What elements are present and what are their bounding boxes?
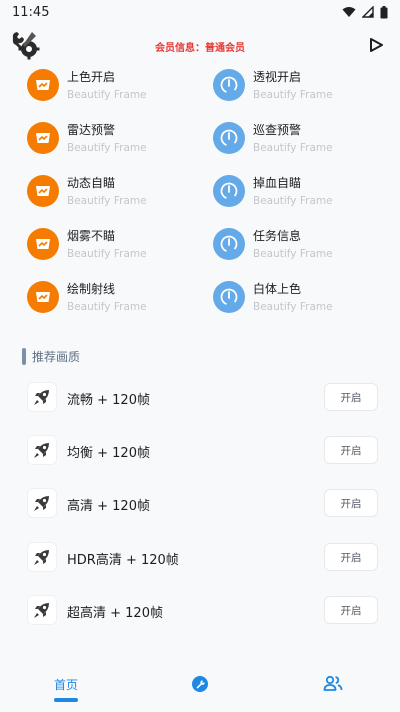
enable-button[interactable]: 开启 [324, 489, 378, 517]
feature-item-3[interactable]: 巡查预警 Beautify Frame [213, 117, 393, 165]
gauge-icon [213, 228, 245, 260]
feature-subtitle: Beautify Frame [253, 142, 333, 154]
feature-item-4[interactable]: 动态自瞄 Beautify Frame [27, 170, 207, 218]
feature-subtitle: Beautify Frame [67, 142, 147, 154]
feature-item-7[interactable]: 任务信息 Beautify Frame [213, 223, 393, 271]
quality-label: 均衡 + 120帧 [67, 446, 150, 461]
enable-button[interactable]: 开启 [324, 543, 378, 571]
feature-item-1[interactable]: 透视开启 Beautify Frame [213, 64, 393, 112]
feature-title: 巡查预警 [253, 123, 302, 137]
feature-item-5[interactable]: 掉血自瞄 Beautify Frame [213, 170, 393, 218]
member-info: 会员信息：普通会员 [155, 43, 245, 54]
feature-subtitle: Beautify Frame [67, 89, 147, 101]
gauge-icon [213, 69, 245, 101]
feature-item-6[interactable]: 烟雾不瞄 Beautify Frame [27, 223, 207, 271]
rocket-icon [27, 488, 57, 518]
quality-label: 高清 + 120帧 [67, 499, 150, 514]
quality-label: HDR高清 + 120帧 [67, 553, 179, 568]
active-tab-indicator [54, 698, 78, 702]
play-icon[interactable] [368, 37, 384, 53]
feature-item-8[interactable]: 绘制射线 Beautify Frame [27, 276, 207, 324]
gauge-icon [213, 175, 245, 207]
section-accent-bar [22, 347, 26, 365]
card-icon [27, 281, 59, 313]
feature-title: 掉血自瞄 [253, 176, 302, 190]
top-bar: 会员信息：普通会员 [0, 28, 400, 64]
feature-title: 任务信息 [253, 229, 302, 243]
users-icon[interactable] [323, 675, 343, 693]
card-icon [27, 69, 59, 101]
feature-subtitle: Beautify Frame [67, 248, 147, 260]
quality-row: 高清 + 120帧 开启 [0, 476, 400, 529]
feature-item-9[interactable]: 白体上色 Beautify Frame [213, 276, 393, 324]
rocket-icon [27, 595, 57, 625]
feature-title: 上色开启 [67, 70, 116, 84]
card-icon [27, 122, 59, 154]
rocket-icon [27, 542, 57, 572]
quality-row: 超高清 + 120帧 开启 [0, 583, 400, 636]
card-icon [27, 228, 59, 260]
nav-home-label: 首页 [53, 678, 78, 692]
quality-row: 均衡 + 120帧 开启 [0, 423, 400, 476]
quality-label: 超高清 + 120帧 [67, 606, 163, 621]
feature-title: 动态自瞄 [67, 176, 116, 190]
status-time: 11:45 [12, 4, 50, 20]
signal-icon [362, 6, 374, 18]
section-title: 推荐画质 [32, 349, 81, 364]
card-icon [27, 175, 59, 207]
enable-button[interactable]: 开启 [324, 436, 378, 464]
wrench-icon[interactable] [191, 675, 209, 693]
wifi-icon [342, 7, 356, 17]
feature-title: 雷达预警 [67, 123, 116, 137]
feature-item-2[interactable]: 雷达预警 Beautify Frame [27, 117, 207, 165]
feature-subtitle: Beautify Frame [67, 301, 147, 313]
feature-title: 白体上色 [253, 282, 302, 296]
feature-subtitle: Beautify Frame [253, 248, 333, 260]
bottom-nav: 首页 [0, 666, 400, 712]
rocket-icon [27, 435, 57, 465]
feature-title: 绘制射线 [67, 282, 116, 296]
feature-title: 透视开启 [253, 70, 302, 84]
quality-row: 流畅 + 120帧 开启 [0, 370, 400, 423]
battery-icon [380, 5, 388, 18]
gauge-icon [213, 281, 245, 313]
quality-row: HDR高清 + 120帧 开启 [0, 530, 400, 583]
nav-home-tab[interactable]: 首页 [48, 676, 84, 702]
enable-button[interactable]: 开启 [324, 383, 378, 411]
status-icons [342, 5, 388, 19]
quality-label: 流畅 + 120帧 [67, 393, 150, 408]
section-header: 推荐画质 [22, 347, 80, 365]
feature-subtitle: Beautify Frame [253, 301, 333, 313]
feature-subtitle: Beautify Frame [253, 195, 333, 207]
rocket-icon [27, 382, 57, 412]
feature-subtitle: Beautify Frame [67, 195, 147, 207]
feature-subtitle: Beautify Frame [253, 89, 333, 101]
status-bar: 11:45 [0, 0, 400, 24]
enable-button[interactable]: 开启 [324, 596, 378, 624]
feature-title: 烟雾不瞄 [67, 229, 116, 243]
feature-item-0[interactable]: 上色开启 Beautify Frame [27, 64, 207, 112]
gauge-icon [213, 122, 245, 154]
